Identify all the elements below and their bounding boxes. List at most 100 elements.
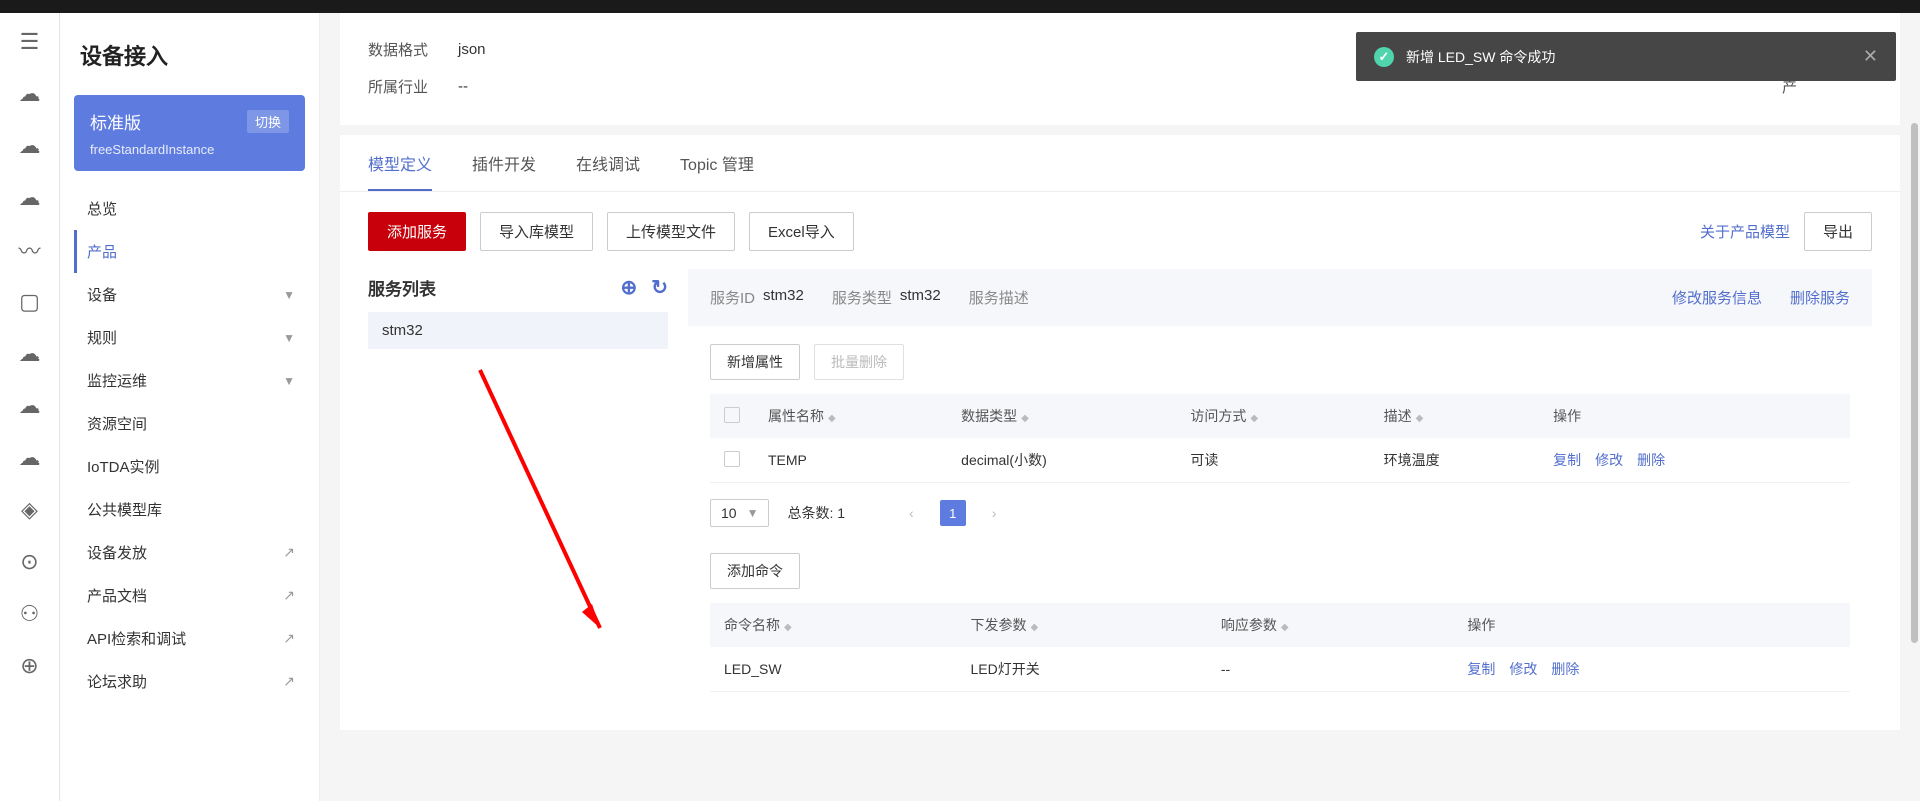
device-icon[interactable]: ▢	[19, 291, 41, 313]
edit-service-link[interactable]: 修改服务信息	[1672, 287, 1762, 308]
label-service-desc: 服务描述	[969, 287, 1029, 308]
add-circle-icon[interactable]: ⊕	[620, 275, 637, 300]
nav-provision[interactable]: 设备发放↗	[74, 531, 305, 574]
service-list: 服务列表 ⊕ ↻ stm32	[368, 269, 668, 710]
toast-message: 新增 LED_SW 命令成功	[1406, 47, 1555, 67]
cell-access: 可读	[1176, 438, 1369, 483]
export-button[interactable]: 导出	[1804, 212, 1872, 251]
excel-import-button[interactable]: Excel导入	[749, 212, 854, 251]
col-data-type: 数据类型◆	[947, 394, 1176, 438]
nav-api[interactable]: API检索和调试↗	[74, 617, 305, 660]
tab-debug[interactable]: 在线调试	[576, 151, 640, 191]
cell-desc: 环境温度	[1370, 438, 1540, 483]
col-access: 访问方式◆	[1176, 394, 1369, 438]
value-service-id: stm32	[763, 287, 804, 308]
nav-overview[interactable]: 总览	[74, 187, 305, 230]
add-service-button[interactable]: 添加服务	[368, 212, 466, 251]
nav-monitor[interactable]: 监控运维▼	[74, 359, 305, 402]
delete-link[interactable]: 删除	[1637, 450, 1665, 470]
cell-type: decimal(小数)	[947, 438, 1176, 483]
scrollbar[interactable]	[1911, 123, 1918, 643]
sort-icon[interactable]: ◆	[828, 413, 836, 424]
next-page[interactable]: ›	[984, 505, 1005, 521]
cloud-up-icon[interactable]: ☁	[19, 395, 41, 417]
checkbox-row[interactable]	[724, 451, 740, 467]
prev-page[interactable]: ‹	[901, 505, 922, 521]
cloud-icon[interactable]: ☁	[19, 83, 41, 105]
nav-model-lib[interactable]: 公共模型库	[74, 488, 305, 531]
page-size-select[interactable]: 10▼	[710, 499, 769, 527]
ip-icon[interactable]: ⊙	[19, 551, 41, 573]
wave-icon[interactable]: 〰	[19, 239, 41, 261]
page-1[interactable]: 1	[940, 500, 966, 526]
chevron-down-icon: ▼	[283, 331, 295, 345]
delete-link[interactable]: 删除	[1551, 659, 1579, 679]
cloud-solid-icon[interactable]: ☁	[19, 187, 41, 209]
cell-cmd-down: LED灯开关	[956, 647, 1206, 692]
import-lib-button[interactable]: 导入库模型	[480, 212, 593, 251]
refresh-icon[interactable]: ↻	[651, 275, 668, 300]
delete-service-link[interactable]: 删除服务	[1790, 287, 1850, 308]
external-icon: ↗	[283, 673, 295, 690]
cloud2-icon[interactable]: ☁	[19, 343, 41, 365]
close-icon[interactable]: ✕	[1863, 46, 1878, 67]
nav-rule[interactable]: 规则▼	[74, 316, 305, 359]
sort-icon[interactable]: ◆	[1021, 413, 1029, 424]
sort-icon[interactable]: ◆	[1281, 622, 1289, 633]
col-resp: 响应参数◆	[1207, 603, 1453, 647]
cloud-outline-icon[interactable]: ☁	[19, 135, 41, 157]
col-cmd-name: 命令名称◆	[710, 603, 956, 647]
nav-resource[interactable]: 资源空间	[74, 402, 305, 445]
sort-icon[interactable]: ◆	[1030, 622, 1038, 633]
nav-forum[interactable]: 论坛求助↗	[74, 660, 305, 703]
nav-icon[interactable]: ◈	[19, 499, 41, 521]
nav-docs[interactable]: 产品文档↗	[74, 574, 305, 617]
copy-link[interactable]: 复制	[1467, 659, 1495, 679]
main-content: 数据格式json 创 所属行业-- 产 模型定义 插件开发 在线调试 Topic…	[320, 13, 1920, 801]
about-model-link[interactable]: 关于产品模型	[1700, 221, 1790, 242]
service-item-stm32[interactable]: stm32	[368, 312, 668, 349]
col-ops: 操作	[1539, 394, 1850, 438]
copy-link[interactable]: 复制	[1553, 450, 1581, 470]
globe-icon[interactable]: ⊕	[19, 655, 41, 677]
toolbar: 添加服务 导入库模型 上传模型文件 Excel导入 关于产品模型 导出	[340, 192, 1900, 269]
tab-plugin[interactable]: 插件开发	[472, 151, 536, 191]
service-list-title: 服务列表	[368, 275, 436, 300]
cell-cmd-name: LED_SW	[710, 647, 956, 692]
nav-product[interactable]: 产品	[74, 230, 305, 273]
nav-iotda[interactable]: IoTDA实例	[74, 445, 305, 488]
tab-model[interactable]: 模型定义	[368, 151, 432, 191]
label-format: 数据格式	[368, 39, 458, 60]
tabs: 模型定义 插件开发 在线调试 Topic 管理	[340, 135, 1900, 192]
edit-link[interactable]: 修改	[1509, 659, 1537, 679]
external-icon: ↗	[283, 630, 295, 647]
check-icon: ✓	[1374, 47, 1394, 67]
checkbox-all[interactable]	[724, 407, 740, 423]
tab-topic[interactable]: Topic 管理	[680, 151, 754, 191]
instance-title: 标准版	[90, 109, 141, 134]
value-service-type: stm32	[900, 287, 941, 308]
cluster-icon[interactable]: ⚇	[19, 603, 41, 625]
add-command-button[interactable]: 添加命令	[710, 553, 800, 589]
service-detail: 服务ID stm32 服务类型 stm32 服务描述 修改服务信息 删除服务 新增属…	[688, 269, 1872, 710]
sort-icon[interactable]: ◆	[784, 622, 792, 633]
label-service-type: 服务类型	[832, 287, 892, 308]
label-service-id: 服务ID	[710, 287, 755, 308]
value-industry: --	[458, 78, 468, 95]
sort-icon[interactable]: ◆	[1416, 413, 1424, 424]
menu-icon[interactable]: ☰	[19, 31, 41, 53]
table-row: TEMP decimal(小数) 可读 环境温度 复制修改删除	[710, 438, 1850, 483]
top-bar	[0, 0, 1920, 13]
sidebar: 设备接入 标准版 切换 freeStandardInstance 总览 产品 设…	[60, 13, 320, 801]
switch-button[interactable]: 切换	[247, 110, 289, 133]
upload-model-button[interactable]: 上传模型文件	[607, 212, 735, 251]
edit-link[interactable]: 修改	[1595, 450, 1623, 470]
sort-icon[interactable]: ◆	[1250, 413, 1258, 424]
external-icon: ↗	[283, 544, 295, 561]
add-property-button[interactable]: 新增属性	[710, 344, 800, 380]
nav-device[interactable]: 设备▼	[74, 273, 305, 316]
toast-success: ✓ 新增 LED_SW 命令成功 ✕	[1356, 32, 1896, 81]
label-industry: 所属行业	[368, 76, 458, 97]
cloud-down-icon[interactable]: ☁	[19, 447, 41, 469]
chevron-down-icon: ▼	[283, 288, 295, 302]
